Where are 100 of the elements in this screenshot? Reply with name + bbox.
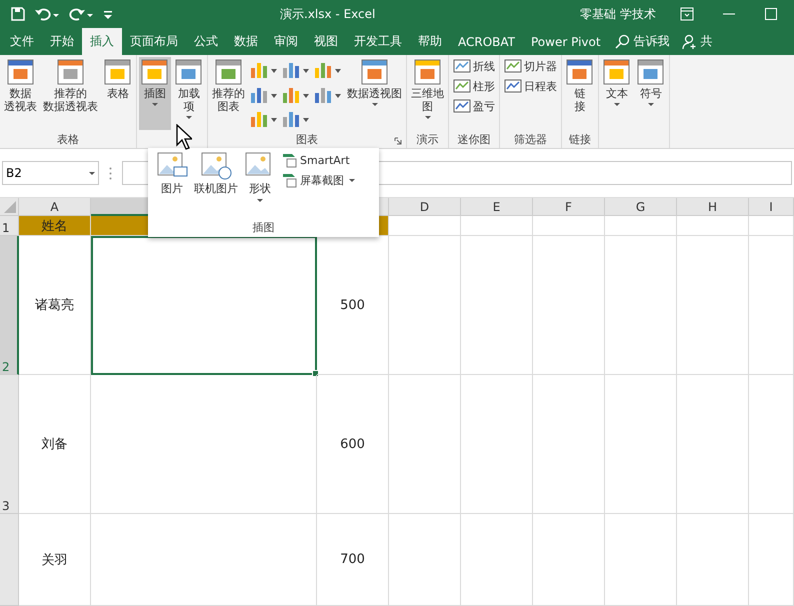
redo-icon[interactable] — [68, 6, 94, 22]
app-icon — [141, 59, 169, 85]
app-icon — [603, 59, 631, 85]
table-cell — [749, 216, 794, 236]
table-cell: 600 — [317, 375, 389, 514]
app-icon — [414, 59, 442, 85]
tell-me-search[interactable]: 告诉我 — [608, 28, 676, 55]
ribbon-tab[interactable]: 开始 — [42, 28, 82, 55]
app-icon — [360, 59, 388, 85]
ribbon-tab[interactable]: Power Pivot — [523, 28, 609, 55]
diagram-icon — [282, 172, 298, 188]
app-icon — [104, 59, 132, 85]
ribbon-small-button[interactable]: 折线 — [451, 57, 497, 75]
app-icon — [175, 59, 203, 85]
ribbon-button[interactable]: 文本 — [601, 57, 633, 130]
line-chart-icon — [504, 78, 522, 94]
user-name: 零基础 学技术 — [580, 6, 656, 22]
ribbon-tab[interactable]: 公式 — [186, 28, 226, 55]
column-header[interactable]: F — [533, 198, 605, 216]
ribbon-tab[interactable]: 开发工具 — [346, 28, 410, 55]
ribbon-button[interactable]: 三维地 图 — [409, 57, 446, 130]
app-icon — [214, 59, 242, 85]
column-header[interactable]: E — [461, 198, 533, 216]
row-header[interactable]: 1 — [0, 216, 19, 236]
ribbon-tab[interactable]: 页面布局 — [122, 28, 186, 55]
column-header[interactable]: G — [605, 198, 677, 216]
maximize-icon[interactable] — [764, 7, 778, 21]
ribbon-button[interactable]: 推荐的 数据透视表 — [41, 57, 100, 130]
column-header[interactable]: H — [677, 198, 749, 216]
group-label: 表格 — [57, 132, 79, 146]
ribbon-button[interactable]: 表格 — [102, 57, 134, 130]
ribbon-tab[interactable]: 帮助 — [410, 28, 450, 55]
search-icon — [614, 34, 631, 50]
ribbon-button[interactable]: 链 接 — [564, 57, 596, 130]
table-cell: 姓名 — [19, 216, 91, 236]
column-header[interactable]: D — [389, 198, 461, 216]
table-cell — [677, 216, 749, 236]
insert-button[interactable]: 形状 — [242, 151, 278, 220]
ribbon-button[interactable]: 推荐的 图表 — [210, 57, 247, 130]
chart-type-icon[interactable] — [281, 60, 311, 80]
table-cell: 700 — [317, 514, 389, 606]
line-chart-icon — [453, 98, 471, 114]
group-label: 迷你图 — [458, 132, 490, 146]
share-button[interactable]: 共 — [676, 28, 719, 55]
diagram-icon — [282, 152, 298, 168]
ribbon-small-button[interactable]: 日程表 — [502, 77, 559, 95]
column-header[interactable]: A — [19, 198, 91, 216]
grip-icon — [109, 166, 112, 180]
app-icon — [6, 59, 34, 85]
row-header[interactable]: 3 — [0, 375, 19, 514]
window-title: 演示.xlsx - Excel — [280, 6, 376, 22]
ribbon-tab[interactable]: 数据 — [226, 28, 266, 55]
line-chart-icon — [453, 58, 471, 74]
ribbon-small-button[interactable]: 切片器 — [502, 57, 559, 75]
ribbon-button[interactable]: 符号 — [635, 57, 667, 130]
undo-icon[interactable] — [34, 6, 60, 22]
ribbon-small-button[interactable]: 盈亏 — [451, 97, 497, 115]
ribbon-tab[interactable]: 文件 — [2, 28, 42, 55]
ribbon-tab[interactable]: ACROBAT — [450, 28, 523, 55]
insert-button[interactable]: 图片 — [154, 151, 190, 220]
chart-type-icon[interactable] — [249, 109, 279, 130]
ribbon-display-icon[interactable] — [680, 7, 694, 21]
table-cell — [389, 216, 461, 236]
group-label: 图表 — [296, 132, 318, 146]
row-header[interactable]: 2 — [0, 236, 19, 375]
group-label: 链接 — [569, 132, 591, 146]
ribbon-tab[interactable]: 审阅 — [266, 28, 306, 55]
ribbon-button[interactable]: 插图 — [139, 57, 171, 130]
group-label: 筛选器 — [514, 132, 547, 146]
insert-button[interactable]: 联机图片 — [192, 151, 240, 220]
insert-small-button[interactable]: SmartArt — [280, 151, 360, 169]
chart-type-icon[interactable] — [313, 60, 343, 80]
fill-handle[interactable] — [312, 370, 319, 377]
ribbon-button[interactable]: 数据透视图 — [345, 57, 404, 130]
dialog-launcher-icon[interactable] — [394, 137, 402, 145]
save-icon[interactable] — [10, 6, 26, 22]
table-cell: 诸葛亮 — [19, 236, 91, 375]
app-icon — [637, 59, 665, 85]
line-chart-icon — [453, 78, 471, 94]
chart-type-icon[interactable] — [249, 60, 279, 80]
app-icon — [566, 59, 594, 85]
insert-small-button[interactable]: 屏幕截图 — [280, 171, 360, 189]
table-cell — [461, 216, 533, 236]
line-chart-icon — [504, 58, 522, 74]
chart-type-icon[interactable] — [281, 109, 311, 130]
table-cell: 关羽 — [19, 514, 91, 606]
group-label: 演示 — [416, 132, 438, 146]
ribbon-tab[interactable]: 插入 — [82, 28, 122, 55]
picture-icon — [200, 151, 232, 181]
name-box[interactable]: B2 — [2, 161, 99, 185]
column-header[interactable]: I — [749, 198, 794, 216]
ribbon-tab[interactable]: 视图 — [306, 28, 346, 55]
group-label: 插图 — [252, 220, 276, 236]
app-icon — [56, 59, 84, 85]
ribbon-button[interactable]: 加载 项 — [173, 57, 205, 130]
table-cell: 刘备 — [19, 375, 91, 514]
ribbon-button[interactable]: 数据 透视表 — [2, 57, 39, 130]
table-cell — [533, 216, 605, 236]
ribbon-small-button[interactable]: 柱形 — [451, 77, 497, 95]
table-cell — [605, 216, 677, 236]
